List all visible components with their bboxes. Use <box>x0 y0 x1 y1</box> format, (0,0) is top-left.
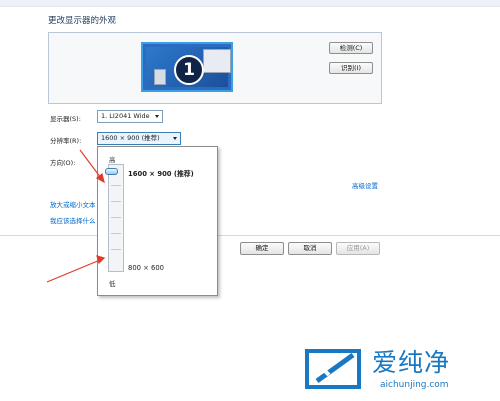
ok-button[interactable]: 确定 <box>240 242 284 255</box>
slider-tick <box>111 217 121 218</box>
identify-button[interactable]: 识别(I) <box>329 62 373 74</box>
brand-logo-icon <box>305 349 361 389</box>
slider-tick <box>111 185 121 186</box>
resolution-select[interactable]: 1600 × 900 (推荐) <box>97 132 181 145</box>
divider <box>0 235 500 236</box>
orientation-label: 方向(O): <box>50 159 76 167</box>
resolution-slider-thumb[interactable] <box>105 168 118 175</box>
slider-high-label: 高 <box>109 156 116 164</box>
resolution-option-bottom[interactable]: 800 × 600 <box>128 264 164 272</box>
window-thumbnail-icon <box>203 49 231 73</box>
chevron-down-icon <box>173 137 177 140</box>
resolution-option-top[interactable]: 1600 × 900 (推荐) <box>128 168 194 178</box>
apply-button[interactable]: 应用(A) <box>336 242 380 255</box>
slider-low-label: 低 <box>109 280 116 288</box>
advanced-settings-link[interactable]: 高级设置 <box>352 180 378 190</box>
resolution-slider-track[interactable] <box>108 164 124 272</box>
slider-tick <box>111 249 121 250</box>
display-label: 显示器(S): <box>50 115 81 123</box>
window-thumbnail-icon <box>154 69 166 85</box>
display-select-value: 1. LI2041 Wide <box>101 112 150 120</box>
slider-tick <box>111 233 121 234</box>
page-title: 更改显示器的外观 <box>48 16 117 26</box>
brand-name: 爱纯净 <box>372 348 451 377</box>
monitor-number-badge: 1 <box>174 55 204 85</box>
monitor-1-preview[interactable]: 1 <box>141 42 233 92</box>
red-arrow-icon <box>46 255 106 283</box>
enlarge-text-link[interactable]: 放大或缩小文本 <box>50 199 96 209</box>
brand-url: aichunjing.com <box>380 380 449 390</box>
slider-tick <box>111 201 121 202</box>
title-bar <box>0 0 500 7</box>
chevron-down-icon <box>155 115 159 118</box>
display-select[interactable]: 1. LI2041 Wide <box>97 110 163 123</box>
resolution-label: 分辨率(R): <box>50 137 82 145</box>
which-settings-link[interactable]: 我应该选择什么 <box>50 215 96 225</box>
cancel-button[interactable]: 取消 <box>288 242 332 255</box>
resolution-select-value: 1600 × 900 (推荐) <box>101 134 160 142</box>
detect-button[interactable]: 检测(C) <box>329 42 373 54</box>
monitor-screen: 1 <box>146 47 231 87</box>
